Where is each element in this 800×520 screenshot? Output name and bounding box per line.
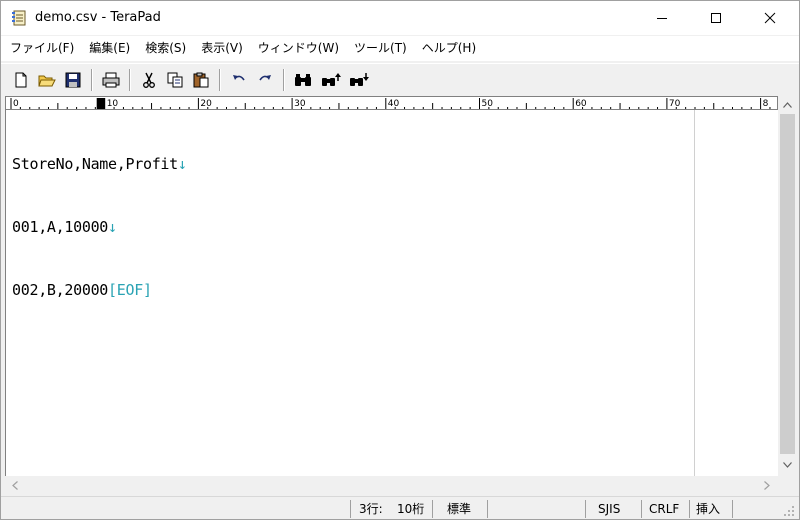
menu-file[interactable]: ファイル(F) [3,36,82,61]
minimize-button[interactable] [639,1,685,35]
close-icon [764,12,776,24]
status-encoding: SJIS [598,502,621,516]
toolbar-separator [91,69,93,91]
ruler-label: 30 [294,99,306,109]
scrollbar-corner [778,476,797,495]
vertical-scrollbar[interactable] [778,96,797,476]
ruler-label: 10 [107,99,119,109]
toolbar-separator [219,69,221,91]
new-file-button[interactable] [11,70,31,90]
toolbar-separator [129,69,131,91]
status-separator [641,500,642,518]
wrap-guide-line [694,110,695,476]
print-button[interactable] [101,70,121,90]
open-folder-icon [38,75,56,87]
new-file-icon [15,72,27,88]
scroll-left-arrow-icon[interactable] [8,478,22,493]
toolbar [1,63,799,95]
status-mode: 標準 [447,502,472,516]
status-separator [432,500,433,518]
close-button[interactable] [747,1,793,35]
ruler-label: 40 [388,99,400,109]
copy-icon [167,72,183,88]
copy-button[interactable] [165,70,185,90]
terapad-window: demo.csv - TeraPad ファイル(F) 編集(E) 検索(S) 表… [0,0,800,520]
find-prev-icon [322,73,341,86]
status-bar: 3行: 10桁 標準 SJIS CRLF 挿入 [1,496,799,519]
menu-view[interactable]: 表示(V) [194,36,251,61]
horizontal-scrollbar[interactable] [5,476,778,495]
scroll-down-arrow-icon[interactable] [780,458,795,472]
menu-tools[interactable]: ツール(T) [347,36,415,61]
menu-help[interactable]: ヘルプ(H) [415,36,484,61]
status-separator [585,500,586,518]
paste-icon [193,72,209,88]
find-button[interactable] [293,70,313,90]
editor-line: StoreNo,Name,Profit↓ [12,154,187,175]
line-text: 001,A,10000 [12,218,109,236]
menu-bar: ファイル(F) 編集(E) 検索(S) 表示(V) ウィンドウ(W) ツール(T… [1,36,799,61]
ruler-cursor-marker [96,98,105,109]
undo-button[interactable] [229,70,249,90]
line-text: 002,B,20000 [12,281,109,299]
find-next-icon [350,73,369,86]
ruler-label: 50 [482,99,494,109]
column-ruler: 0 10 20 30 40 50 60 70 8 [5,96,778,110]
title-bar[interactable]: demo.csv - TeraPad [1,1,799,35]
toolbar-separator [283,69,285,91]
newline-marker: ↓ [108,218,117,236]
editor-text[interactable]: StoreNo,Name,Profit↓ 001,A,10000↓ 002,B,… [12,112,187,343]
eof-marker: [EOF] [108,281,152,299]
menu-search[interactable]: 検索(S) [138,36,194,61]
undo-icon [233,75,245,81]
save-button[interactable] [63,70,83,90]
status-separator [689,500,690,518]
text-editor[interactable]: StoreNo,Name,Profit↓ 001,A,10000↓ 002,B,… [5,110,778,476]
find-binoculars-icon [295,74,311,86]
status-separator [350,500,351,518]
ruler-label: 8 [763,99,769,109]
print-icon [102,72,120,88]
menu-window[interactable]: ウィンドウ(W) [251,36,347,61]
resize-grip-icon[interactable] [783,505,795,517]
ruler-label: 60 [575,99,587,109]
minimize-icon [657,18,667,19]
editor-line: 002,B,20000[EOF] [12,280,187,301]
open-button[interactable] [37,70,57,90]
status-separator [487,500,488,518]
status-line: 3行: [359,502,383,516]
ruler-label: 0 [13,99,19,109]
status-column: 10桁 [397,502,425,516]
line-text: StoreNo,Name,Profit [12,155,178,173]
find-previous-button[interactable] [321,70,341,90]
ruler-ticks: 0 10 20 30 40 50 60 70 8 [10,98,771,109]
terapad-notebook-icon [11,10,27,26]
cut-button[interactable] [139,70,159,90]
newline-marker: ↓ [177,155,187,173]
redo-button[interactable] [255,70,275,90]
paste-button[interactable] [191,70,211,90]
ruler-label: 20 [200,99,212,109]
status-separator [732,500,733,518]
cut-scissors-icon [143,72,155,88]
editor-line: 001,A,10000↓ [12,217,187,238]
window-title: demo.csv - TeraPad [35,10,161,25]
maximize-button[interactable] [693,1,739,35]
redo-icon [259,75,271,81]
scroll-up-arrow-icon[interactable] [780,98,795,112]
ruler-label: 70 [669,99,681,109]
vertical-scroll-thumb[interactable] [780,114,795,454]
save-disk-icon [65,72,81,88]
maximize-icon [711,13,721,23]
status-newline: CRLF [649,502,680,516]
menu-edit[interactable]: 編集(E) [82,36,138,61]
scroll-right-arrow-icon[interactable] [760,478,774,493]
find-next-button[interactable] [349,70,369,90]
status-insert-mode: 挿入 [696,502,721,516]
